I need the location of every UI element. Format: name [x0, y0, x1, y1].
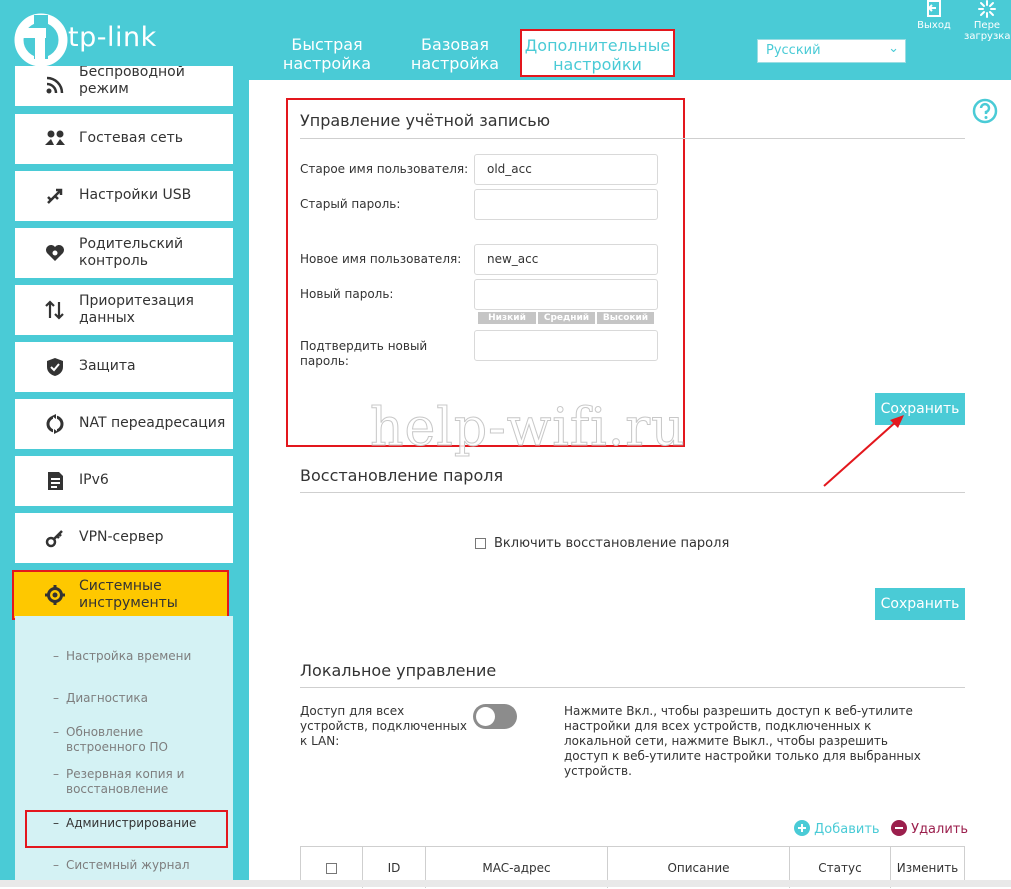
submenu-syslog[interactable]: – Системный журнал: [53, 858, 190, 873]
toggle-knob: [476, 707, 495, 726]
recovery-section-title: Восстановление пароля: [300, 466, 504, 485]
sidebar-item-label: NAT переадресация: [79, 415, 226, 431]
reboot-label: Пере загрузка: [964, 20, 1011, 42]
sidebar-item-parental[interactable]: Родительский контроль: [15, 228, 233, 278]
submenu-firmware[interactable]: – Обновление встроенного ПО: [53, 725, 206, 755]
account-section-title: Управление учётной записью: [300, 111, 551, 130]
sidebar-item-label: IPv6: [79, 472, 109, 488]
divider: [300, 492, 965, 493]
add-label: Добавить: [814, 822, 880, 837]
exit-label: Выход: [917, 20, 951, 31]
new-user-label: Новое имя пользователя:: [300, 252, 462, 266]
plus-circle-icon: [794, 820, 810, 836]
submenu-label: Обновление встроенного ПО: [66, 725, 168, 754]
help-icon[interactable]: [972, 98, 998, 124]
users-icon: [45, 130, 65, 145]
sidebar-item-label: Приоритезация данных: [79, 293, 194, 326]
submenu-label: Настройка времени: [66, 649, 192, 663]
sidebar-item-label: Системные инструменты: [79, 578, 178, 611]
new-pass-label: Новый пароль:: [300, 287, 394, 301]
new-username-input[interactable]: new_acc: [474, 244, 658, 275]
sidebar-item-label: Защита: [79, 358, 136, 374]
nat-icon: [46, 414, 64, 434]
submenu-diagnostics[interactable]: – Диагностика: [53, 691, 149, 706]
old-pass-label: Старый пароль:: [300, 197, 401, 211]
sidebar-item-qos[interactable]: Приоритезация данных: [15, 285, 233, 335]
local-section-title: Локальное управление: [300, 661, 497, 680]
sidebar-item-vpn[interactable]: VPN-сервер: [15, 513, 233, 563]
sidebar-item-nat[interactable]: NAT переадресация: [15, 399, 233, 449]
reboot-button[interactable]: Пере загрузка: [964, 0, 1010, 42]
sidebar-item-system-tools[interactable]: Системные инструменты: [12, 570, 229, 620]
sidebar-item-label: Беспроводной режим: [79, 66, 185, 97]
divider: [300, 687, 965, 688]
sidebar-item-wireless[interactable]: Беспроводной режим: [15, 66, 233, 106]
delete-label: Удалить: [911, 822, 969, 837]
delete-button[interactable]: Удалить: [891, 820, 968, 837]
submenu-time[interactable]: – Настройка времени: [53, 649, 192, 664]
document-icon: [48, 472, 63, 490]
annotation-box-administration: [25, 810, 228, 848]
arrows-updown-icon: [45, 300, 64, 320]
old-username-value: old_acc: [487, 162, 532, 176]
submenu-backup[interactable]: – Резервная копия и восстановление: [53, 767, 206, 797]
exit-icon: [927, 0, 941, 17]
confirm-password-input[interactable]: [474, 330, 658, 361]
reboot-icon: [978, 0, 996, 18]
usb-icon: [47, 188, 63, 204]
new-password-input[interactable]: [474, 279, 658, 310]
new-username-value: new_acc: [487, 252, 539, 266]
sidebar-item-label: Родительский контроль: [79, 236, 184, 269]
select-all-checkbox[interactable]: [326, 863, 337, 874]
strength-low: Низкий: [478, 312, 536, 324]
exit-button[interactable]: Выход: [914, 0, 954, 31]
tab-advanced[interactable]: Дополнительные настройки: [520, 29, 675, 77]
watermark-text: help-wifi.ru: [370, 398, 686, 459]
annotation-arrow-icon: [823, 415, 904, 487]
gear-icon: [45, 585, 65, 605]
sidebar-item-ipv6[interactable]: IPv6: [15, 456, 233, 506]
add-button[interactable]: Добавить: [794, 820, 880, 837]
save-recovery-button[interactable]: Сохранить: [875, 588, 965, 620]
confirm-pass-label: Подтвердить новый пароль:: [300, 339, 428, 368]
sidebar-item-guest[interactable]: Гостевая сеть: [15, 114, 233, 164]
sidebar: Беспроводной режим Гостевая сеть Настрой…: [0, 66, 249, 887]
heart-icon: [46, 245, 64, 261]
bottom-scroll-strip: [0, 880, 1011, 887]
tab-quick-setup[interactable]: Быстрая настройка: [272, 35, 382, 73]
recovery-checkbox-label: Включить восстановление пароля: [494, 536, 730, 551]
tab-basic[interactable]: Базовая настройка: [405, 35, 505, 73]
chevron-down-icon: ⌄: [888, 41, 899, 56]
submenu-label: Резервная копия и восстановление: [66, 767, 185, 796]
lan-access-toggle[interactable]: [473, 704, 517, 729]
old-password-input[interactable]: [474, 189, 658, 220]
old-user-label: Старое имя пользователя:: [300, 162, 469, 176]
divider: [300, 138, 965, 139]
language-value: Русский: [766, 43, 821, 58]
old-username-input[interactable]: old_acc: [474, 154, 658, 185]
logo-text: tp-link: [68, 22, 157, 53]
sidebar-item-usb[interactable]: Настройки USB: [15, 171, 233, 221]
sidebar-item-security[interactable]: Защита: [15, 342, 233, 392]
shield-icon: [47, 358, 63, 376]
submenu-label: Системный журнал: [66, 858, 190, 872]
lan-access-label: Доступ для всех устройств, подключенных …: [300, 704, 467, 748]
minus-circle-icon: [891, 820, 907, 836]
sidebar-item-label: Настройки USB: [79, 187, 192, 203]
language-select[interactable]: Русский ⌄: [757, 39, 906, 63]
strength-high: Высокий: [597, 312, 654, 324]
lan-access-description: Нажмите Вкл., чтобы разрешить доступ к в…: [564, 704, 921, 778]
recovery-checkbox[interactable]: [475, 538, 486, 549]
wifi-icon: [46, 76, 64, 94]
sidebar-item-label: VPN-сервер: [79, 529, 164, 545]
key-icon: [45, 530, 63, 548]
submenu-label: Диагностика: [66, 691, 149, 705]
sidebar-item-label: Гостевая сеть: [79, 130, 183, 146]
strength-medium: Средний: [538, 312, 595, 324]
